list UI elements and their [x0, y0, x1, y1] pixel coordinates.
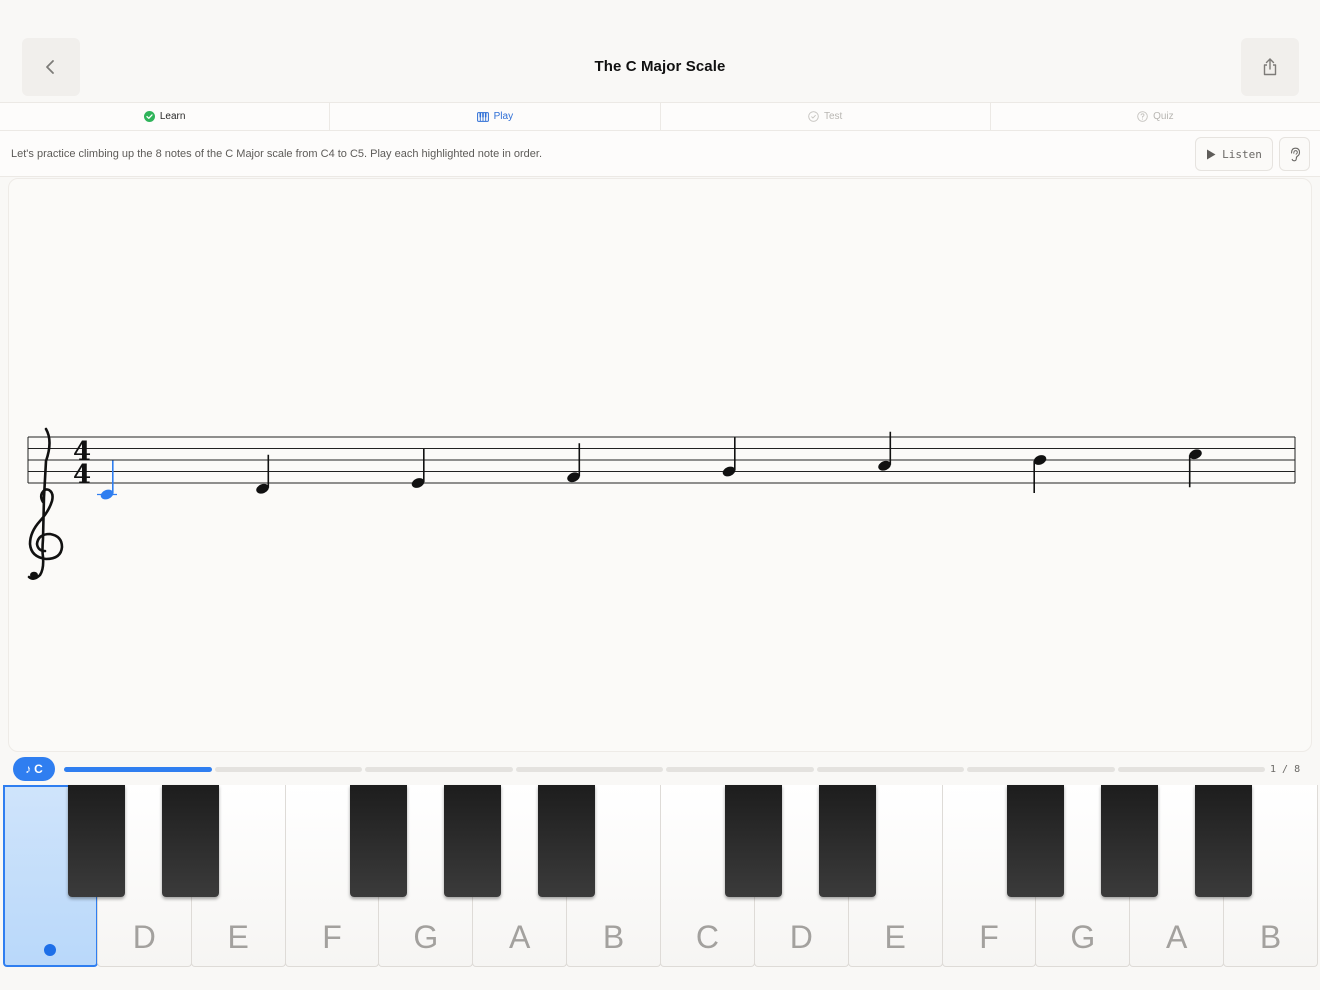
active-key-marker — [44, 944, 57, 956]
note-D4[interactable] — [255, 454, 270, 496]
check-circle-icon — [143, 111, 155, 122]
progress-segment — [666, 767, 814, 772]
key-label: B — [1259, 919, 1282, 955]
instruction-bar: Let's practice climbing up the 8 notes o… — [0, 131, 1320, 177]
header-bar: The C Major Scale — [0, 0, 1320, 102]
instruction-text: Let's practice climbing up the 8 notes o… — [11, 148, 542, 160]
tab-learn[interactable]: Learn — [0, 103, 331, 130]
note-C4[interactable] — [97, 460, 117, 502]
page-title: The C Major Scale — [594, 58, 726, 75]
current-note-pill: ♪ C — [13, 757, 55, 781]
piano-keyboard: DEFGABCDEFGAB — [3, 785, 1318, 967]
key-label: F — [322, 919, 342, 955]
black-key-d-sharp[interactable] — [162, 785, 220, 897]
key-label: B — [602, 919, 625, 955]
time-signature-bottom: 4 — [73, 460, 91, 490]
tab-play-label: Play — [493, 111, 514, 122]
current-note-label: C — [34, 762, 43, 776]
key-label: F — [979, 919, 999, 955]
black-key-f-sharp[interactable] — [349, 785, 407, 897]
progress-segment — [515, 767, 663, 772]
key-label: C — [695, 919, 719, 955]
black-key-a-sharp[interactable] — [537, 785, 595, 897]
note-G4[interactable] — [721, 437, 736, 479]
key-label: A — [1166, 919, 1188, 955]
note-B4[interactable] — [1032, 453, 1047, 493]
key-label: G — [1070, 919, 1096, 955]
progress-segment — [967, 767, 1115, 772]
progress-count: 1 / 8 — [1270, 764, 1301, 775]
circle-check-icon — [808, 111, 819, 122]
question-circle-icon — [1137, 111, 1148, 122]
black-key-a-sharp[interactable] — [1194, 785, 1252, 897]
piano-icon — [476, 111, 489, 122]
key-label: A — [509, 919, 531, 955]
progress-segment — [816, 767, 964, 772]
black-key-c-sharp[interactable] — [725, 785, 783, 897]
note-A4[interactable] — [877, 431, 892, 473]
share-icon — [1263, 58, 1277, 76]
listen-button[interactable]: Listen — [1195, 137, 1273, 171]
progress-segment — [64, 767, 212, 772]
tab-play[interactable]: Play — [330, 103, 661, 130]
note-E4[interactable] — [410, 449, 425, 490]
progress-segment — [365, 767, 513, 772]
tab-quiz[interactable]: Quiz — [991, 103, 1320, 130]
tab-test[interactable]: Test — [661, 103, 991, 130]
note-C5[interactable] — [1188, 448, 1203, 488]
black-key-c-sharp[interactable] — [68, 785, 126, 897]
music-note-icon: ♪ — [25, 762, 32, 776]
key-label: E — [227, 919, 249, 955]
key-label: D — [132, 919, 156, 955]
key-label: D — [789, 919, 813, 955]
black-key-g-sharp[interactable] — [1100, 785, 1158, 897]
tab-test-label: Test — [823, 111, 843, 122]
play-icon — [1207, 149, 1216, 159]
clef-tail — [30, 571, 38, 579]
ear-button[interactable] — [1279, 137, 1310, 171]
tab-quiz-label: Quiz — [1153, 111, 1174, 122]
ear-icon — [1290, 147, 1300, 161]
music-staff: 4 4 — [27, 427, 1296, 580]
share-button[interactable] — [1241, 38, 1299, 96]
black-key-d-sharp[interactable] — [819, 785, 877, 897]
listen-label: Listen — [1222, 147, 1262, 161]
tab-learn-label: Learn — [159, 111, 186, 122]
note-F4[interactable] — [566, 443, 581, 484]
mode-tabs: Learn Play Test Quiz — [0, 102, 1320, 131]
score-panel: 4 4 — [8, 178, 1312, 752]
progress-segment — [214, 767, 362, 772]
black-key-g-sharp[interactable] — [443, 785, 501, 897]
treble-clef — [27, 427, 64, 580]
key-label: E — [884, 919, 906, 955]
key-label: G — [413, 919, 439, 955]
black-key-f-sharp[interactable] — [1006, 785, 1064, 897]
progress-segment — [1117, 767, 1265, 772]
